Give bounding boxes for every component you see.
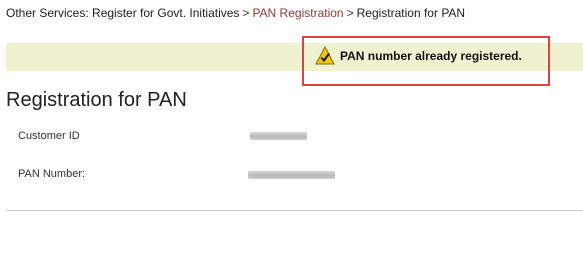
breadcrumb: Other Services: Register for Govt. Initi… — [6, 6, 465, 20]
pan-number-label: PAN Number: — [18, 168, 86, 180]
alert-message-box: PAN number already registered. — [315, 45, 522, 66]
pan-number-value-redacted — [248, 171, 335, 179]
breadcrumb-section: Other Services: Register for Govt. Initi… — [6, 6, 240, 20]
customer-id-value-redacted — [250, 132, 307, 140]
breadcrumb-separator: > — [346, 6, 354, 20]
breadcrumb-link-pan-registration[interactable]: PAN Registration — [252, 6, 343, 20]
warning-check-icon — [315, 45, 335, 66]
alert-message: PAN number already registered. — [340, 49, 522, 63]
page-title: Registration for PAN — [6, 89, 187, 111]
breadcrumb-current: Registration for PAN — [356, 6, 466, 20]
customer-id-label: Customer ID — [18, 130, 80, 142]
section-divider — [6, 210, 583, 211]
breadcrumb-separator: > — [242, 6, 250, 20]
